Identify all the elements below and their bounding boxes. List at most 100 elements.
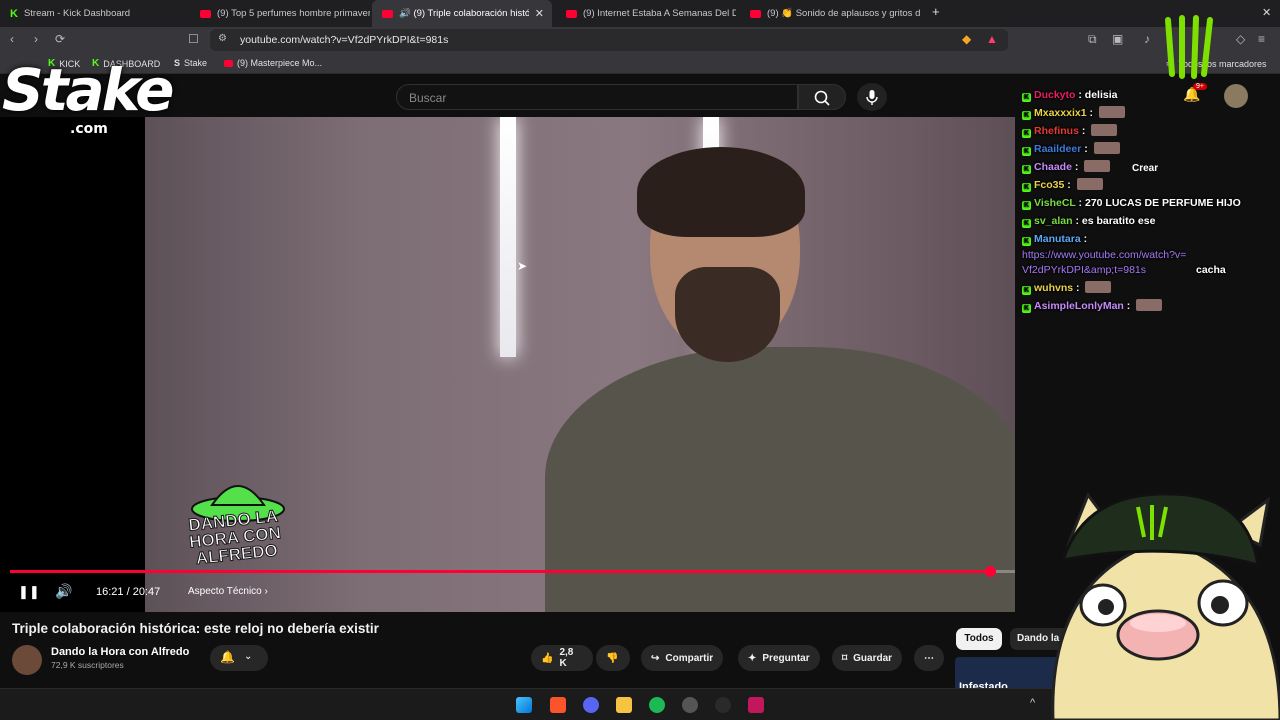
file-explorer-icon[interactable] bbox=[616, 697, 632, 713]
microphone-icon bbox=[866, 90, 878, 105]
more-options-button[interactable]: ⋯ bbox=[914, 645, 944, 671]
obs-icon[interactable] bbox=[715, 697, 731, 713]
ask-label: Preguntar bbox=[762, 652, 810, 664]
channel-name[interactable]: Dando la Hora con Alfredo bbox=[51, 646, 189, 658]
app-icon[interactable] bbox=[682, 697, 698, 713]
wallet-icon[interactable]: ▣ bbox=[1112, 32, 1123, 46]
chat-separator: : bbox=[1071, 161, 1082, 173]
time-display: 16:21 / 20:47 bbox=[96, 586, 161, 598]
chat-emote-icon bbox=[1076, 178, 1103, 190]
chat-emote-icon bbox=[1084, 160, 1111, 172]
bookmark-stake[interactable]: S Stake bbox=[174, 58, 207, 68]
kick-badge-icon: K bbox=[1022, 286, 1031, 295]
ask-button[interactable]: ✦ Preguntar bbox=[738, 645, 820, 671]
progress-fill bbox=[10, 570, 990, 573]
chat-emote-icon bbox=[1085, 281, 1112, 293]
brave-shield-icon[interactable]: ◆ bbox=[962, 32, 971, 46]
chat-message: K Rhefinus : bbox=[1022, 122, 1262, 140]
back-icon[interactable]: ‹ bbox=[10, 32, 14, 46]
chat-username[interactable]: VisheCL bbox=[1034, 197, 1076, 209]
discord-icon[interactable] bbox=[583, 697, 599, 713]
subscribe-bell-button[interactable]: 🔔 ⌄ bbox=[210, 645, 268, 671]
chat-separator: : bbox=[1123, 300, 1134, 312]
bookmark-icon[interactable]: ☐ bbox=[188, 32, 199, 46]
chat-username[interactable]: AsimpleLonlyMan bbox=[1034, 300, 1124, 312]
progress-scrubber[interactable] bbox=[984, 566, 996, 577]
kick-badge-icon: K bbox=[1022, 219, 1031, 228]
tab-aplausos[interactable]: (9) 👏 Sonido de aplausos y gritos d bbox=[740, 0, 920, 27]
channel-avatar[interactable] bbox=[12, 645, 42, 675]
logo-text: DANDO LA HORA CON ALFREDO bbox=[187, 506, 282, 569]
chat-link[interactable]: https://www.youtube.com/watch?v=Vf2dPYrk… bbox=[1022, 248, 1192, 278]
progress-bar[interactable] bbox=[10, 566, 1015, 577]
stake-logo-domain: .com bbox=[70, 121, 108, 137]
share-label: Compartir bbox=[665, 652, 714, 664]
tab-internet[interactable]: (9) Internet Estaba A Semanas Del D bbox=[556, 0, 736, 27]
brave-rewards-icon[interactable]: ▲ bbox=[986, 32, 998, 46]
youtube-icon bbox=[224, 59, 233, 67]
chat-message: K Manutara : https://www.youtube.com/watc… bbox=[1022, 230, 1262, 279]
new-tab-button[interactable]: + bbox=[932, 4, 940, 19]
stake-icon: S bbox=[174, 58, 181, 68]
chat-username[interactable]: Duckyto bbox=[1034, 89, 1075, 101]
chat-message: K Fco35 : bbox=[1022, 176, 1262, 194]
tab-perfumes[interactable]: (9) Top 5 perfumes hombre primaver bbox=[190, 0, 370, 27]
search-icon bbox=[814, 90, 830, 106]
app-icon[interactable] bbox=[748, 697, 764, 713]
save-label: Guardar bbox=[853, 652, 893, 664]
bookmark-masterpiece[interactable]: (9) Masterpiece Mo... bbox=[224, 58, 322, 68]
chapter-button[interactable]: Aspecto Técnico › bbox=[188, 586, 268, 597]
filter-chip-all[interactable]: Todos bbox=[956, 628, 1002, 650]
search-button[interactable] bbox=[798, 84, 846, 110]
close-tab-icon[interactable]: ✕ bbox=[535, 7, 544, 20]
kick-badge-icon: K bbox=[1022, 129, 1031, 138]
kick-badge-icon: K bbox=[1022, 93, 1031, 102]
spotify-icon[interactable] bbox=[649, 697, 665, 713]
thumbs-down-icon: 👎 bbox=[606, 652, 619, 664]
bell-icon: 🔔 bbox=[220, 650, 235, 664]
close-window-icon[interactable]: ✕ bbox=[1262, 6, 1271, 19]
video-player[interactable]: DANDO LA HORA CON ALFREDO ➤ bbox=[0, 117, 1015, 612]
tab-kick-dashboard[interactable]: K Stream - Kick Dashboard bbox=[0, 0, 190, 27]
chevron-up-icon[interactable]: ^ bbox=[1030, 697, 1035, 709]
windows-start-icon[interactable] bbox=[516, 697, 532, 713]
save-button[interactable]: ⌑ Guardar bbox=[832, 645, 903, 671]
chat-emote-icon bbox=[1098, 106, 1125, 118]
menu-icon[interactable]: ≡ bbox=[1258, 32, 1265, 46]
forward-icon[interactable]: › bbox=[34, 32, 38, 46]
site-info-icon[interactable]: ⚙ bbox=[218, 33, 227, 44]
chat-username[interactable]: sv_alan bbox=[1034, 215, 1073, 227]
chat-username[interactable]: Fco35 bbox=[1034, 179, 1064, 191]
chat-message: Kwuhvns : bbox=[1022, 279, 1262, 297]
chat-separator: : bbox=[1078, 125, 1089, 137]
chat-message: K VisheCL : 270 LUCAS DE PERFUME HIJO bbox=[1022, 194, 1262, 212]
extensions-icon[interactable]: ⧉ bbox=[1088, 32, 1097, 47]
browser-tab-bar: K Stream - Kick Dashboard (9) Top 5 perf… bbox=[0, 0, 1280, 27]
music-icon[interactable]: ♪ bbox=[1144, 32, 1150, 46]
brave-icon[interactable] bbox=[550, 697, 566, 713]
reload-icon[interactable]: ⟳ bbox=[55, 32, 65, 46]
shield-icon[interactable]: ◇ bbox=[1236, 32, 1245, 46]
volume-icon[interactable]: 🔊 bbox=[55, 583, 72, 600]
kick-icon: K bbox=[10, 7, 18, 20]
search-input[interactable]: Buscar bbox=[396, 84, 798, 110]
chat-username[interactable]: Chaade bbox=[1034, 161, 1072, 173]
tab-label: (9) Internet Estaba A Semanas Del D bbox=[583, 8, 736, 19]
chat-username[interactable]: Raaildeer bbox=[1034, 143, 1081, 155]
chat-username[interactable]: Mxaxxxix1 bbox=[1034, 107, 1087, 119]
tab-label: (9) 👏 Sonido de aplausos y gritos d bbox=[767, 8, 920, 19]
chat-username[interactable]: Manutara bbox=[1034, 233, 1081, 245]
tab-label: Stream - Kick Dashboard bbox=[23, 8, 131, 19]
pause-icon[interactable]: ❚❚ bbox=[18, 584, 40, 600]
share-button[interactable]: ↪ Compartir bbox=[641, 645, 724, 671]
chat-emote-icon bbox=[1091, 124, 1118, 136]
tab-triple-colaboracion[interactable]: 🔊 (9) Triple colaboración históric ✕ bbox=[372, 0, 552, 27]
url-bar[interactable]: ⚙ youtube.com/watch?v=Vf2dPYrkDPI&t=981s… bbox=[210, 29, 1008, 51]
like-button[interactable]: 👍 2,8 K bbox=[531, 645, 593, 671]
voice-search-button[interactable] bbox=[857, 83, 887, 111]
monster-energy-logo bbox=[1165, 15, 1213, 79]
chat-message: K Mxaxxxix1 : bbox=[1022, 104, 1262, 122]
dislike-button[interactable]: 👎 bbox=[596, 645, 630, 671]
chat-username[interactable]: wuhvns bbox=[1034, 282, 1073, 294]
chat-username[interactable]: Rhefinus bbox=[1034, 125, 1079, 137]
